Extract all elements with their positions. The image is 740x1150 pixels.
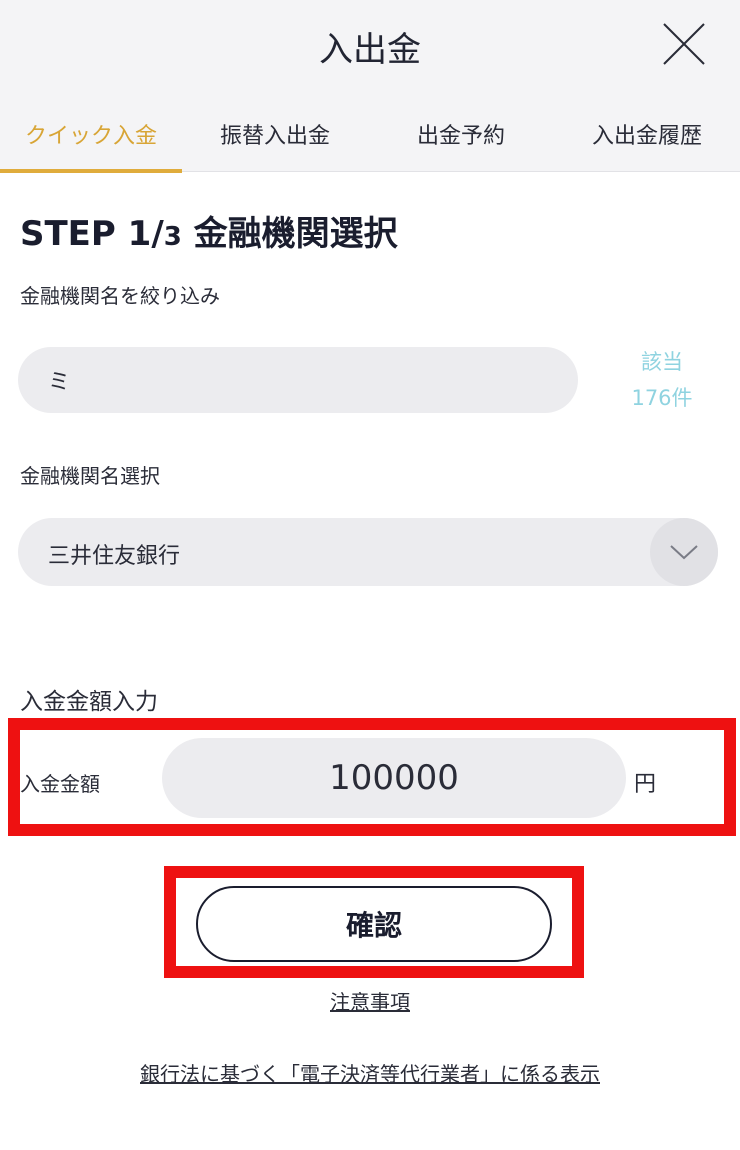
bank-filter-input[interactable]	[18, 347, 578, 413]
step-prefix: STEP 1/	[20, 214, 164, 254]
step-heading: STEP 1/3 金融機関選択	[20, 206, 398, 255]
close-icon	[663, 23, 705, 65]
chevron-down-icon	[670, 545, 698, 560]
close-button[interactable]	[660, 20, 708, 68]
amount-field-label: 入金金額	[20, 772, 100, 796]
header: 入出金 クイック入金 振替入出金 出金予約 入出金履歴	[0, 0, 740, 173]
amount-section-label: 入金金額入力	[20, 689, 158, 715]
bank-select-toggle[interactable]	[650, 518, 718, 586]
tab-transfer[interactable]: 振替入出金	[182, 112, 368, 172]
page-title: 入出金	[319, 30, 421, 70]
notes-link-row: 注意事項	[0, 986, 740, 1015]
deposit-amount-input[interactable]	[162, 738, 626, 818]
active-tab-indicator	[0, 169, 182, 173]
confirm-button[interactable]: 確認	[196, 886, 552, 962]
notes-link[interactable]: 注意事項	[330, 990, 410, 1014]
tab-bar: クイック入金 振替入出金 出金予約 入出金履歴	[0, 112, 740, 173]
tab-withdrawal-reservation[interactable]: 出金予約	[368, 112, 554, 172]
step-title-text: 金融機関選択	[181, 214, 398, 254]
bank-select[interactable]: 三井住友銀行	[18, 518, 718, 586]
filter-label: 金融機関名を絞り込み	[20, 284, 220, 308]
bank-select-label: 金融機関名選択	[20, 464, 160, 488]
disclosure-link-row: 銀行法に基づく「電子決済等代行業者」に係る表示	[0, 1058, 740, 1087]
bank-select-value: 三井住友銀行	[48, 544, 181, 569]
disclosure-link[interactable]: 銀行法に基づく「電子決済等代行業者」に係る表示	[140, 1062, 600, 1086]
step-total: 3	[163, 222, 182, 252]
match-count-label: 該当	[641, 350, 683, 374]
tab-history[interactable]: 入出金履歴	[554, 112, 740, 172]
match-count-value: 176件	[631, 386, 693, 410]
currency-unit: 円	[634, 772, 657, 797]
match-count: 該当 176件	[612, 344, 712, 416]
tab-quick-deposit[interactable]: クイック入金	[0, 112, 182, 172]
